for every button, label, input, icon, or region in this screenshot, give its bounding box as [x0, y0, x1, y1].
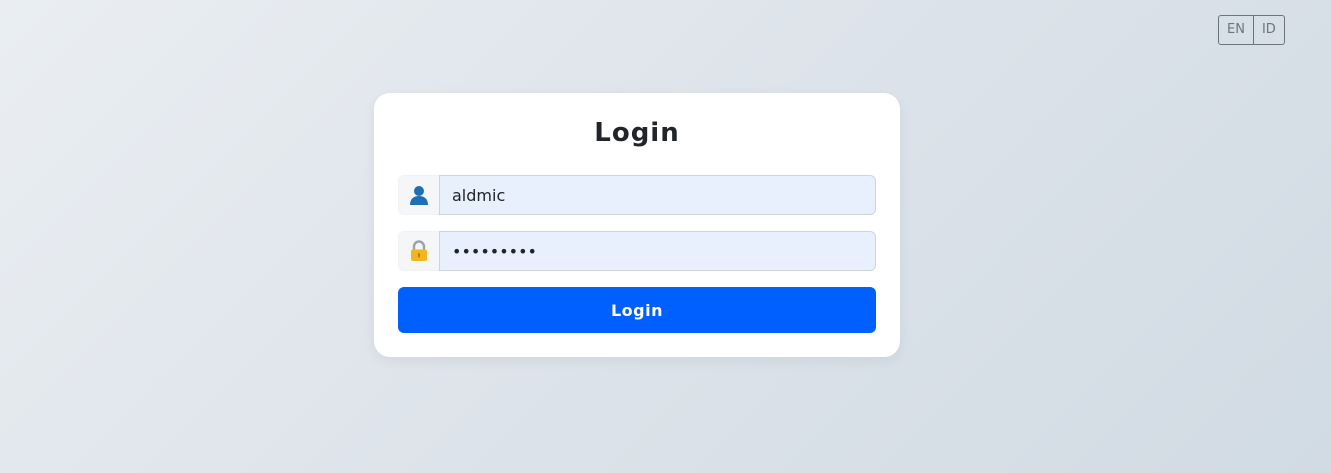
language-switcher: EN ID — [1218, 15, 1285, 45]
username-group — [398, 175, 876, 215]
login-button[interactable]: Login — [398, 287, 876, 333]
lock-icon — [398, 231, 439, 271]
lang-en-button[interactable]: EN — [1219, 16, 1253, 44]
lang-id-button[interactable]: ID — [1252, 16, 1284, 44]
username-input[interactable] — [439, 175, 876, 215]
login-title: Login — [594, 118, 680, 148]
user-icon — [398, 175, 439, 215]
password-input[interactable] — [439, 231, 876, 271]
login-card: Login Login — [374, 93, 900, 357]
password-group — [398, 231, 876, 271]
